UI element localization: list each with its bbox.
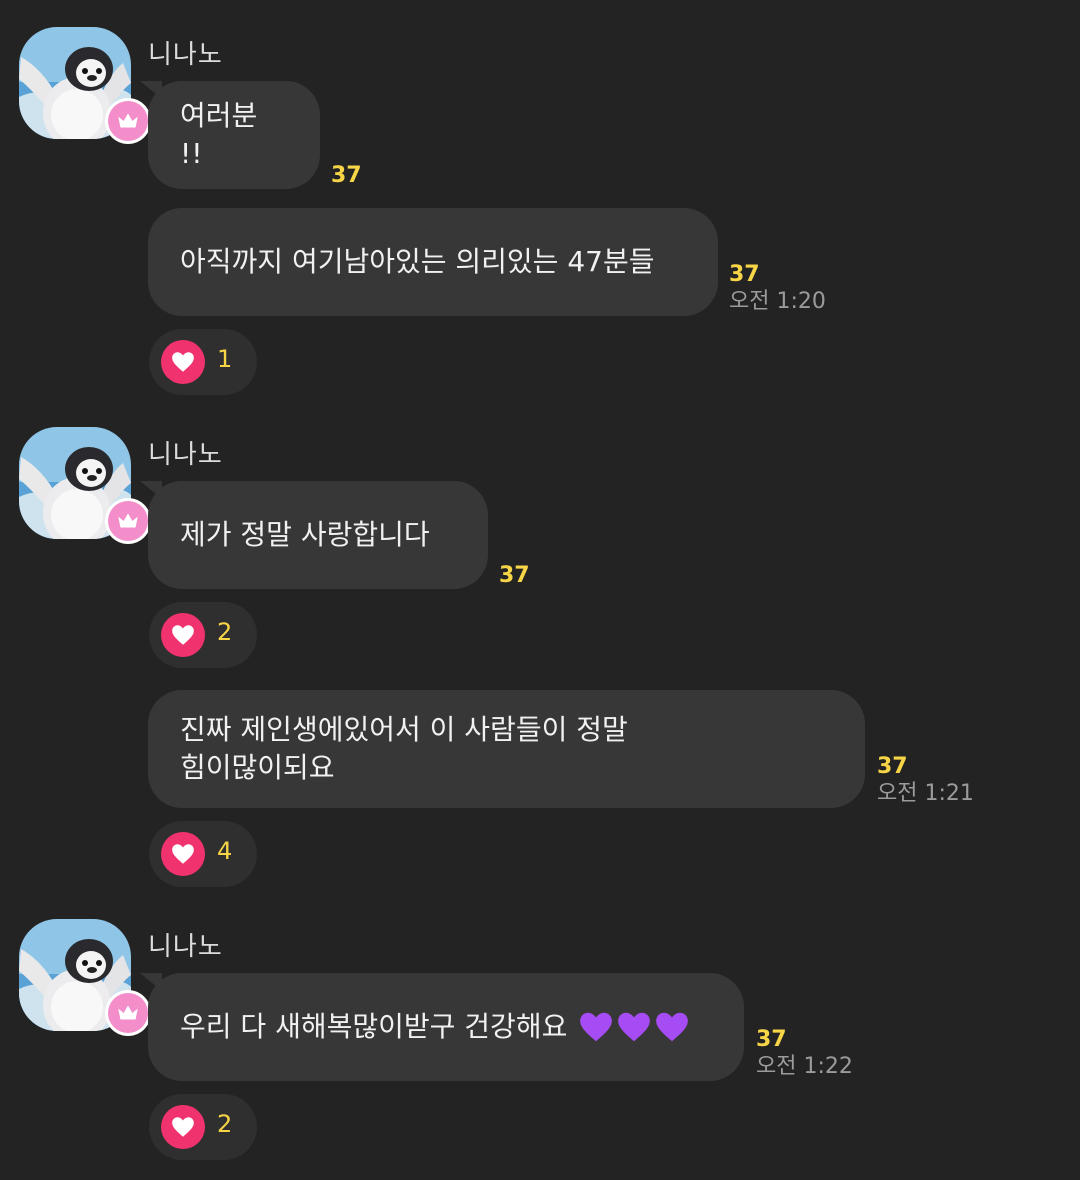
message-text: 진짜 제인생에있어서 이 사람들이 정말 힘이많이되요 <box>180 713 628 784</box>
message-bubble[interactable]: 제가 정말 사랑합니다 <box>140 481 488 589</box>
reaction-count: 2 <box>217 1110 233 1138</box>
reaction-chip[interactable]: 4 <box>149 821 257 887</box>
host-badge <box>105 98 151 144</box>
crown-icon <box>115 508 141 534</box>
message-time: 오전 1:22 <box>756 1054 853 1079</box>
message-meta: 37 오전 1:22 <box>756 1027 853 1081</box>
purple-heart-icon <box>615 1008 653 1046</box>
message-bubble[interactable]: 여러분 !! <box>140 81 320 189</box>
unread-count: 37 <box>756 1027 787 1052</box>
message-meta: 37 오전 1:21 <box>877 754 974 808</box>
message-text: 여러분 !! <box>180 99 258 170</box>
message-meta: 37 <box>499 563 530 589</box>
heart-icon <box>170 1114 196 1140</box>
unread-count: 37 <box>877 754 908 779</box>
sender-name: 니나노 <box>148 932 223 962</box>
heart-icon <box>170 349 196 375</box>
crown-icon <box>115 108 141 134</box>
unread-count: 37 <box>729 262 760 287</box>
reaction-chip[interactable]: 1 <box>149 329 257 395</box>
heart-icon <box>170 841 196 867</box>
sender-avatar[interactable] <box>19 919 151 1036</box>
reaction-count: 4 <box>217 837 233 865</box>
sender-avatar[interactable] <box>19 27 151 144</box>
unread-count: 37 <box>331 163 362 188</box>
reaction-chip[interactable]: 2 <box>149 1094 257 1160</box>
message-time: 오전 1:20 <box>729 289 826 314</box>
reaction-chip[interactable]: 2 <box>149 602 257 668</box>
message-text: 우리 다 새해복많이받구 건강해요 <box>180 1010 568 1043</box>
host-badge <box>105 990 151 1036</box>
heart-icon <box>170 622 196 648</box>
sender-name: 니나노 <box>148 440 223 470</box>
host-badge <box>105 498 151 544</box>
reaction-count: 1 <box>217 345 233 373</box>
reaction-count: 2 <box>217 618 233 646</box>
sender-avatar[interactable] <box>19 427 151 544</box>
message-meta: 37 <box>331 163 362 189</box>
purple-heart-emoji <box>577 1008 691 1046</box>
message-bubble[interactable]: 아직까지 여기남아있는 의리있는 47분들 <box>148 208 718 316</box>
purple-heart-icon <box>653 1008 691 1046</box>
sender-name: 니나노 <box>148 40 223 70</box>
message-time: 오전 1:21 <box>877 781 974 806</box>
purple-heart-icon <box>577 1008 615 1046</box>
message-meta: 37 오전 1:20 <box>729 262 826 316</box>
message-bubble[interactable]: 진짜 제인생에있어서 이 사람들이 정말 힘이많이되요 <box>148 690 865 808</box>
message-bubble[interactable]: 우리 다 새해복많이받구 건강해요 <box>140 973 744 1081</box>
unread-count: 37 <box>499 563 530 588</box>
message-text: 아직까지 여기남아있는 의리있는 47분들 <box>180 245 655 278</box>
message-text: 제가 정말 사랑합니다 <box>180 518 430 551</box>
crown-icon <box>115 1000 141 1026</box>
